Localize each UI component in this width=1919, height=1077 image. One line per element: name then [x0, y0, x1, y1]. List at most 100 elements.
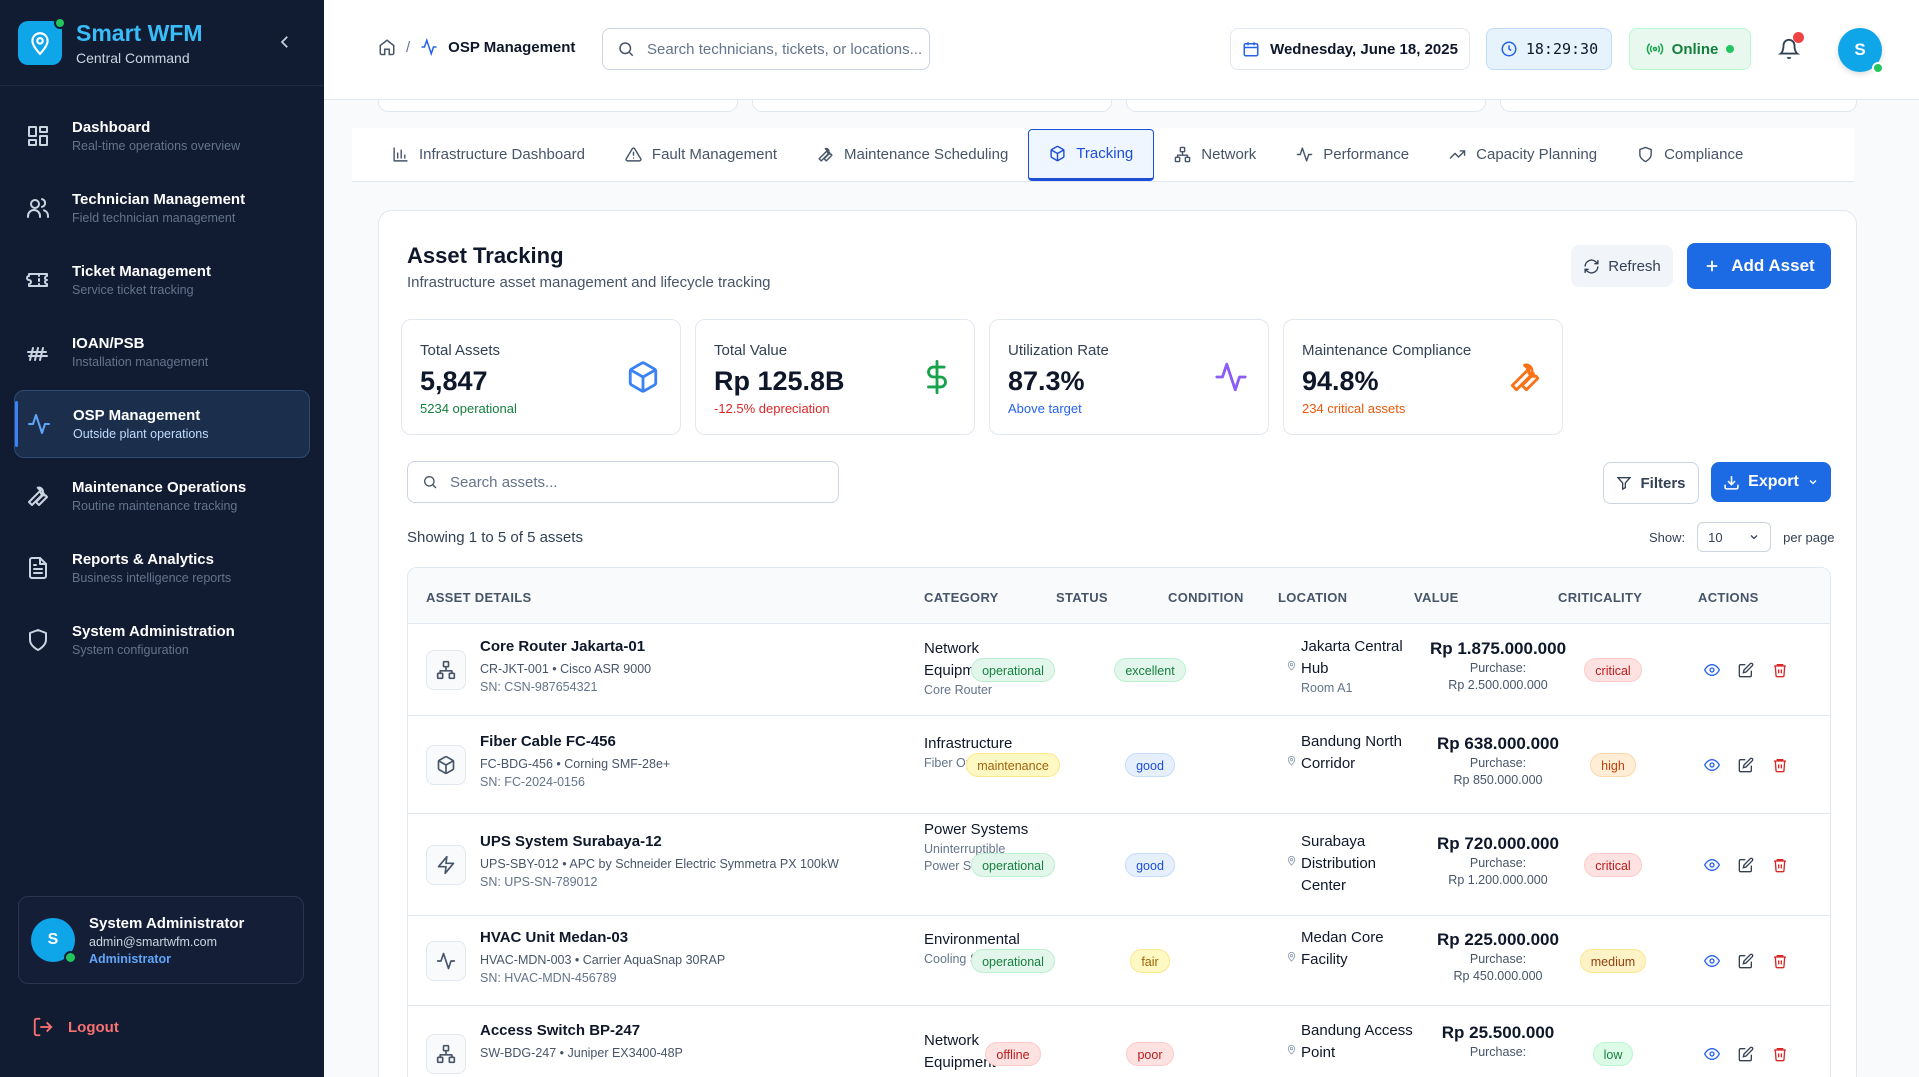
stat-card-stub [752, 100, 1112, 112]
sidebar-item-label: IOAN/PSB [72, 335, 145, 352]
status-dot [1726, 45, 1735, 53]
asset-location: Jakarta Central Hub Room A1 [1286, 636, 1414, 697]
stat-card-stub [1126, 100, 1486, 112]
export-button[interactable]: Export [1711, 462, 1831, 502]
view-button[interactable] [1704, 1046, 1720, 1062]
bar-chart-icon [393, 147, 408, 162]
asset-type-icon [426, 650, 466, 690]
asset-value: Rp 1.875.000.000 Purchase: Rp 2.500.000.00… [1418, 638, 1578, 694]
sidebar-item-label: System Administration [72, 623, 235, 640]
delete-button[interactable] [1772, 757, 1788, 773]
wrench-icon [818, 147, 833, 162]
asset-tracking-panel: Asset Tracking Infrastructure asset mana… [378, 210, 1857, 1077]
map-pin-icon [1286, 855, 1297, 897]
network-icon [1174, 146, 1191, 163]
header-avatar[interactable]: S [1838, 28, 1884, 74]
dollar-icon [927, 360, 947, 394]
page-size-select[interactable]: 10 [1697, 522, 1772, 552]
activity-icon [436, 952, 456, 970]
users-icon [27, 198, 50, 218]
time-text: 18:29:30 [1525, 40, 1599, 58]
tab-maintenance-scheduling[interactable]: Maintenance Scheduling [797, 129, 1028, 181]
sidebar-item-system-administration[interactable]: System Administration System configuratio… [14, 606, 310, 674]
global-search-placeholder: Search technicians, tickets, or location… [647, 40, 923, 58]
location-main: Medan Core Facility [1301, 929, 1384, 968]
map-pin-icon [1286, 660, 1297, 697]
collapse-sidebar-icon[interactable] [276, 33, 294, 51]
stat-card-stub [1500, 100, 1857, 112]
status-text: Online [1671, 40, 1719, 58]
edit-button[interactable] [1738, 1046, 1754, 1062]
condition-cell: good [1100, 753, 1200, 777]
column-header: ASSET DETAILS [426, 590, 532, 605]
stat-card-stub [378, 100, 738, 112]
view-button[interactable] [1704, 953, 1720, 969]
condition-badge: poor [1126, 1042, 1174, 1066]
user-card[interactable]: S System Administrator admin@smartwfm.co… [18, 896, 304, 984]
edit-button[interactable] [1738, 857, 1754, 873]
tab-tracking[interactable]: Tracking [1028, 128, 1155, 181]
status-cell: operational [948, 949, 1078, 973]
signal-icon [27, 347, 48, 361]
sidebar-item-description: Outside plant operations [73, 427, 209, 441]
notifications-button[interactable] [1778, 32, 1804, 60]
osp-tabs: Infrastructure Dashboard Fault Management… [352, 128, 1854, 182]
edit-button[interactable] [1738, 757, 1754, 773]
add-asset-button[interactable]: Add Asset [1687, 243, 1831, 289]
view-button[interactable] [1704, 757, 1720, 773]
tab-fault-management[interactable]: Fault Management [605, 129, 797, 181]
location-main: Surabaya Distribution Center [1301, 833, 1377, 894]
asset-serial: SN: CSN-987654321 [480, 680, 598, 694]
edit-button[interactable] [1738, 662, 1754, 678]
table-body: Core Router Jakarta-01 CR-JKT-001 • Cisco… [408, 624, 1830, 1077]
tab-performance[interactable]: Performance [1276, 129, 1429, 181]
sidebar-item-ioan-psb[interactable]: IOAN/PSB Installation management [14, 318, 310, 386]
criticality-cell: high [1558, 753, 1668, 777]
page-size-value: 10 [1708, 529, 1723, 545]
map-pin-icon [1286, 1044, 1297, 1064]
asset-model: SW-BDG-247 • Juniper EX3400-48P [480, 1046, 683, 1060]
asset-name: UPS System Surabaya-12 [480, 833, 662, 850]
delete-button[interactable] [1772, 857, 1788, 873]
asset-type-icon [426, 941, 466, 981]
notification-badge [1793, 32, 1804, 43]
delete-button[interactable] [1772, 953, 1788, 969]
status-badge: operational [971, 658, 1055, 682]
sidebar-item-osp-management[interactable]: OSP Management Outside plant operations [14, 390, 310, 458]
home-icon[interactable] [378, 38, 396, 56]
eye-icon [1704, 858, 1720, 872]
asset-name: HVAC Unit Medan-03 [480, 929, 629, 946]
sidebar-item-dashboard[interactable]: Dashboard Real-time operations overview [14, 102, 310, 170]
refresh-button[interactable]: Refresh [1571, 245, 1673, 287]
sidebar-item-maintenance-operations[interactable]: Maintenance Operations Routine maintenanc… [14, 462, 310, 530]
location-main: Bandung Access Point [1301, 1022, 1413, 1061]
purchase-label: Purchase: [1469, 756, 1527, 770]
global-search-input[interactable]: Search technicians, tickets, or location… [602, 28, 930, 70]
tab-infrastructure-dashboard[interactable]: Infrastructure Dashboard [372, 129, 605, 181]
sidebar-item-ticket-management[interactable]: Ticket Management Service ticket tracking [14, 246, 310, 314]
sidebar-item-reports-analytics[interactable]: Reports & Analytics Business intelligence… [14, 534, 310, 602]
criticality-badge: high [1590, 753, 1636, 777]
delete-button[interactable] [1772, 1046, 1788, 1062]
edit-button[interactable] [1738, 953, 1754, 969]
sidebar-item-technician-management[interactable]: Technician Management Field technician ma… [14, 174, 310, 242]
filters-button[interactable]: Filters [1603, 462, 1699, 504]
delete-button[interactable] [1772, 662, 1788, 678]
condition-badge: fair [1130, 949, 1170, 973]
asset-location: Surabaya Distribution Center [1286, 831, 1414, 897]
tab-network[interactable]: Network [1154, 129, 1276, 181]
asset-search-input[interactable]: Search assets... [407, 461, 839, 503]
view-button[interactable] [1704, 857, 1720, 873]
tab-compliance[interactable]: Compliance [1617, 129, 1763, 181]
tab-capacity-planning[interactable]: Capacity Planning [1429, 129, 1617, 181]
plus-icon [1707, 260, 1718, 272]
criticality-cell: critical [1558, 853, 1668, 877]
view-button[interactable] [1704, 662, 1720, 678]
shield-icon [29, 629, 47, 651]
status-cell: offline [948, 1042, 1078, 1066]
avatar-initial: S [47, 931, 59, 948]
brand-subtitle: Central Command [76, 49, 190, 66]
column-header: CATEGORY [924, 590, 999, 605]
logout-button[interactable]: Logout [32, 1016, 119, 1038]
per-page-label: per page [1783, 529, 1835, 545]
